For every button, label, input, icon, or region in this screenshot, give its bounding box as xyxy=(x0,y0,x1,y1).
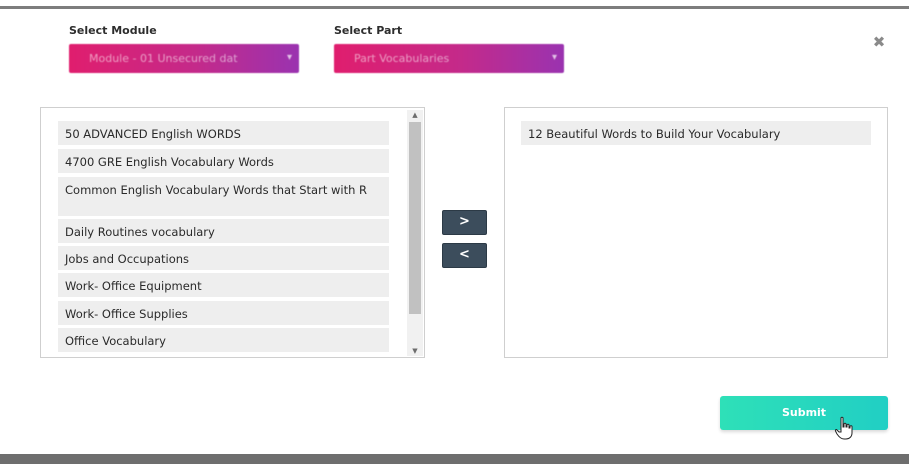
move-left-button[interactable]: < xyxy=(442,243,487,268)
scroll-down-icon[interactable]: ▼ xyxy=(407,346,423,356)
list-item[interactable]: 12 Beautiful Words to Build Your Vocabul… xyxy=(521,121,871,145)
select-part-label: Select Part xyxy=(334,24,403,37)
close-icon[interactable]: ✖ xyxy=(871,34,887,50)
list-scrollbar[interactable]: ▲ ▼ xyxy=(407,110,423,356)
move-right-button[interactable]: > xyxy=(442,210,487,235)
selected-items-list[interactable]: 12 Beautiful Words to Build Your Vocabul… xyxy=(504,107,888,358)
list-item[interactable]: Daily Routines vocabulary xyxy=(58,219,389,243)
hand-cursor-icon xyxy=(834,416,853,440)
bottom-divider xyxy=(0,454,909,464)
list-item[interactable]: Work- Office Equipment xyxy=(58,273,389,297)
select-module-label: Select Module xyxy=(69,24,157,37)
part-select[interactable]: Part Vocabularies ▾ xyxy=(334,44,564,73)
module-select[interactable]: Module - 01 Unsecured dat ▾ xyxy=(69,44,299,73)
list-item[interactable]: Office Vocabulary xyxy=(58,328,389,352)
list-item[interactable]: 4700 GRE English Vocabulary Words xyxy=(58,149,389,173)
list-item[interactable]: Work- Office Supplies xyxy=(58,301,389,325)
list-item[interactable]: Jobs and Occupations xyxy=(58,246,389,270)
submit-button[interactable]: Submit xyxy=(720,396,888,430)
chevron-down-icon: ▾ xyxy=(551,52,557,63)
scroll-up-icon[interactable]: ▲ xyxy=(407,110,423,120)
module-select-value: Module - 01 Unsecured dat xyxy=(89,52,238,65)
available-items-list[interactable]: 50 ADVANCED English WORDS 4700 GRE Engli… xyxy=(40,107,425,358)
top-divider xyxy=(0,0,909,9)
scrollbar-thumb[interactable] xyxy=(409,122,421,314)
list-item[interactable]: Common English Vocabulary Words that Sta… xyxy=(58,177,389,216)
part-select-value: Part Vocabularies xyxy=(354,52,450,65)
chevron-down-icon: ▾ xyxy=(286,52,292,63)
list-item[interactable]: 50 ADVANCED English WORDS xyxy=(58,121,389,145)
